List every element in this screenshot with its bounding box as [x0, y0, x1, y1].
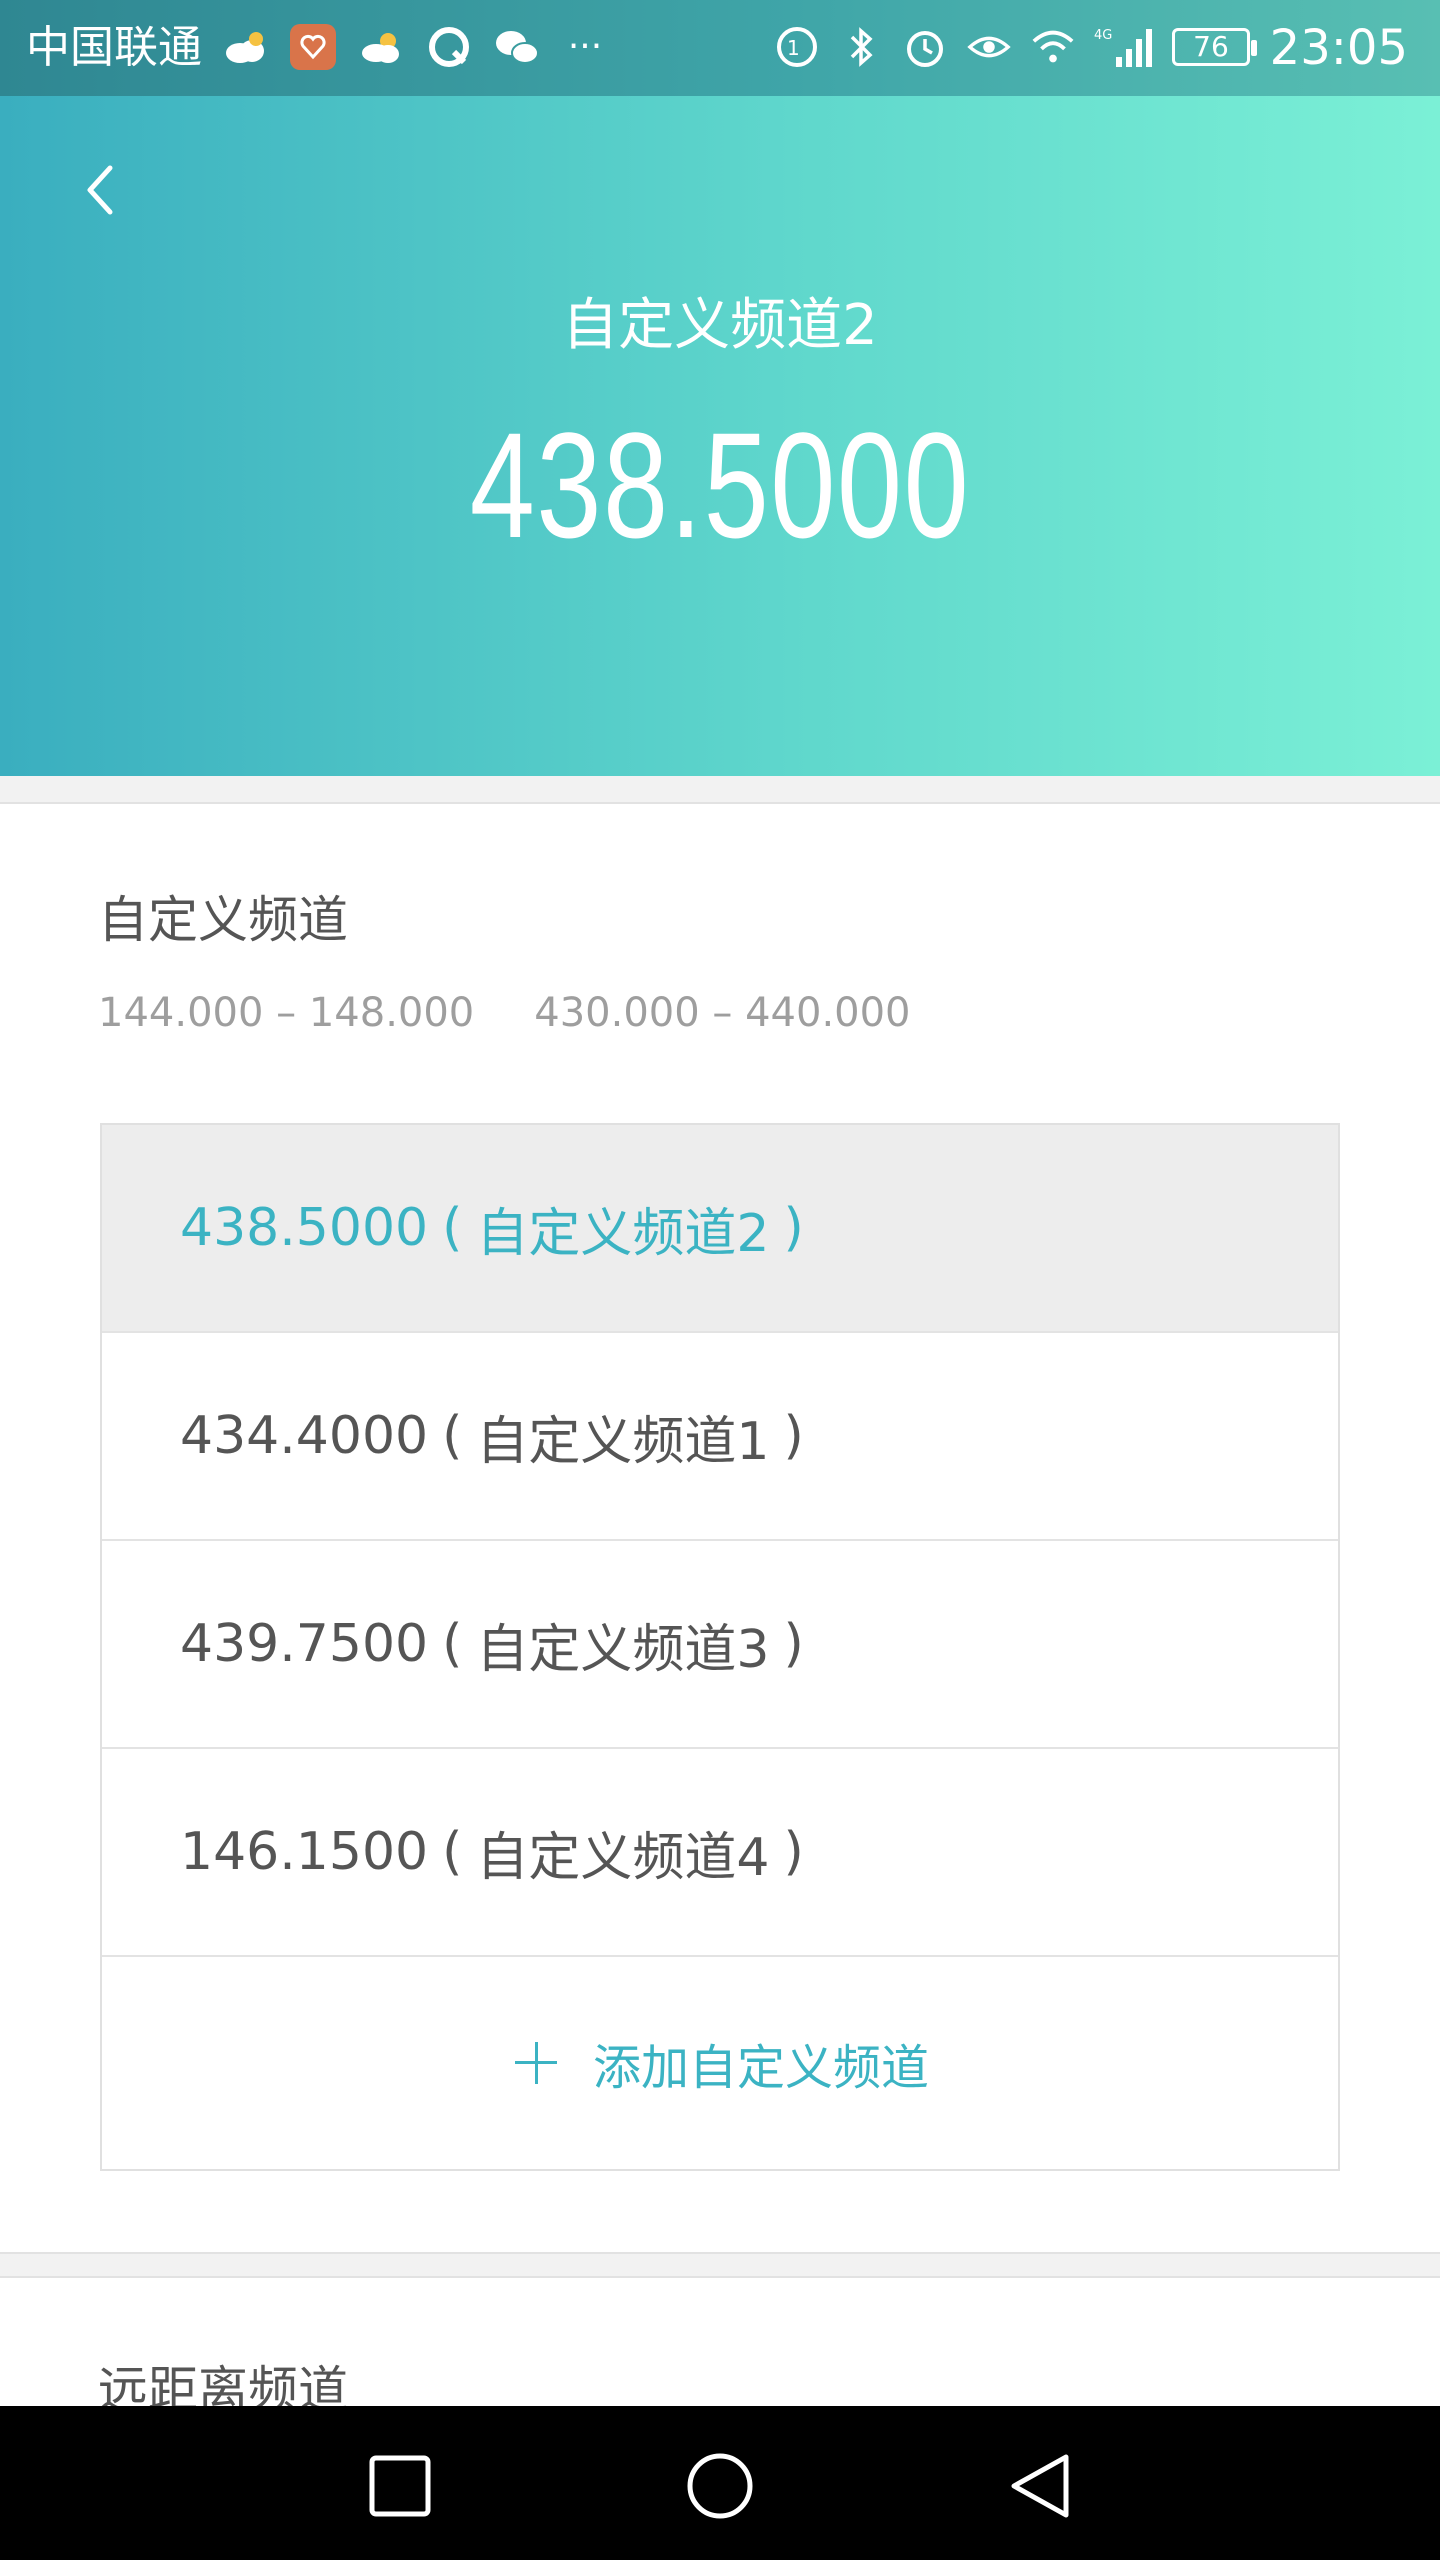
back-nav-button[interactable] — [1000, 2446, 1080, 2526]
add-custom-channel-label: 添加自定义频道 — [592, 2040, 929, 2096]
frequency-range-uhf: 430.000 – 440.000 — [534, 990, 911, 1036]
system-status-icons: 1 4G 76 — [774, 24, 1257, 70]
channel-frequency: 439.7500 — [180, 1614, 429, 1674]
app-notification-icon — [290, 24, 336, 70]
weather-cloudy-icon — [222, 24, 268, 70]
battery-indicator: 76 — [1172, 28, 1257, 66]
triangle-back-icon — [1011, 2454, 1069, 2518]
notification-icons: ··· — [222, 24, 608, 70]
eye-comfort-icon — [966, 24, 1012, 70]
svg-text:1: 1 — [787, 36, 800, 60]
square-icon — [369, 2455, 431, 2517]
divider-line — [0, 802, 1440, 804]
channel-name: 自定义频道4 — [476, 1827, 770, 1888]
custom-channels-heading: 自定义频道 — [98, 891, 348, 949]
recents-button[interactable] — [360, 2446, 440, 2526]
channel-frequency: 438.5000 — [180, 1198, 429, 1258]
page: 中国联通 ··· 1 4G 76 23:05 自定义频道2 438.5000 自… — [0, 0, 1440, 2560]
wechat-icon — [494, 24, 540, 70]
carrier-name: 中国联通 — [26, 22, 202, 73]
paren-open: ( — [442, 1822, 463, 1882]
channel-frequency: 434.4000 — [180, 1406, 429, 1466]
channel-name: 自定义频道1 — [476, 1411, 770, 1472]
channel-row[interactable]: 439.7500 ( 自定义频道3 ) — [102, 1541, 1338, 1749]
qq-browser-icon — [426, 24, 472, 70]
home-button[interactable] — [680, 2446, 760, 2526]
divider-line — [0, 2276, 1440, 2278]
channel-name: 自定义频道2 — [476, 1203, 770, 1264]
back-button[interactable] — [60, 150, 140, 230]
frequency-ranges: 144.000 – 148.000 430.000 – 440.000 — [98, 985, 911, 1041]
paren-close: ) — [783, 1614, 804, 1674]
frequency-range-vhf: 144.000 – 148.000 — [98, 990, 475, 1036]
channel-row-selected[interactable]: 438.5000 ( 自定义频道2 ) — [102, 1125, 1338, 1333]
status-bar: 中国联通 ··· 1 4G 76 23:05 — [0, 0, 1440, 96]
clock: 23:05 — [1269, 20, 1408, 76]
paren-close: ) — [783, 1198, 804, 1258]
more-notifications-icon: ··· — [567, 26, 603, 67]
section-divider — [0, 2254, 1440, 2276]
circle-icon — [687, 2453, 753, 2519]
custom-channel-list: 438.5000 ( 自定义频道2 ) 434.4000 ( 自定义频道1 ) … — [100, 1123, 1340, 2171]
nfc-icon: 1 — [774, 24, 820, 70]
paren-open: ( — [442, 1198, 463, 1258]
paren-close: ) — [783, 1406, 804, 1466]
current-channel-frequency: 438.5000 — [469, 401, 971, 569]
header: 中国联通 ··· 1 4G 76 23:05 自定义频道2 438.5000 — [0, 0, 1440, 776]
plus-icon — [511, 2038, 561, 2088]
bluetooth-icon — [838, 24, 884, 70]
wifi-icon — [1030, 24, 1076, 70]
chevron-left-icon — [87, 165, 113, 215]
navigation-bar — [0, 2406, 1440, 2560]
cellular-signal-icon: 4G — [1094, 24, 1154, 70]
alarm-icon — [902, 24, 948, 70]
section-divider — [0, 776, 1440, 802]
paren-open: ( — [442, 1614, 463, 1674]
weather-partly-cloudy-icon — [358, 24, 404, 70]
channel-row[interactable]: 146.1500 ( 自定义频道4 ) — [102, 1749, 1338, 1957]
add-custom-channel-button[interactable]: 添加自定义频道 — [102, 1957, 1338, 2169]
channel-frequency: 146.1500 — [180, 1822, 429, 1882]
paren-open: ( — [442, 1406, 463, 1466]
current-channel-name: 自定义频道2 — [562, 293, 878, 358]
channel-row[interactable]: 434.4000 ( 自定义频道1 ) — [102, 1333, 1338, 1541]
svg-text:4G: 4G — [1094, 28, 1112, 43]
channel-name: 自定义频道3 — [476, 1619, 770, 1680]
paren-close: ) — [783, 1822, 804, 1882]
